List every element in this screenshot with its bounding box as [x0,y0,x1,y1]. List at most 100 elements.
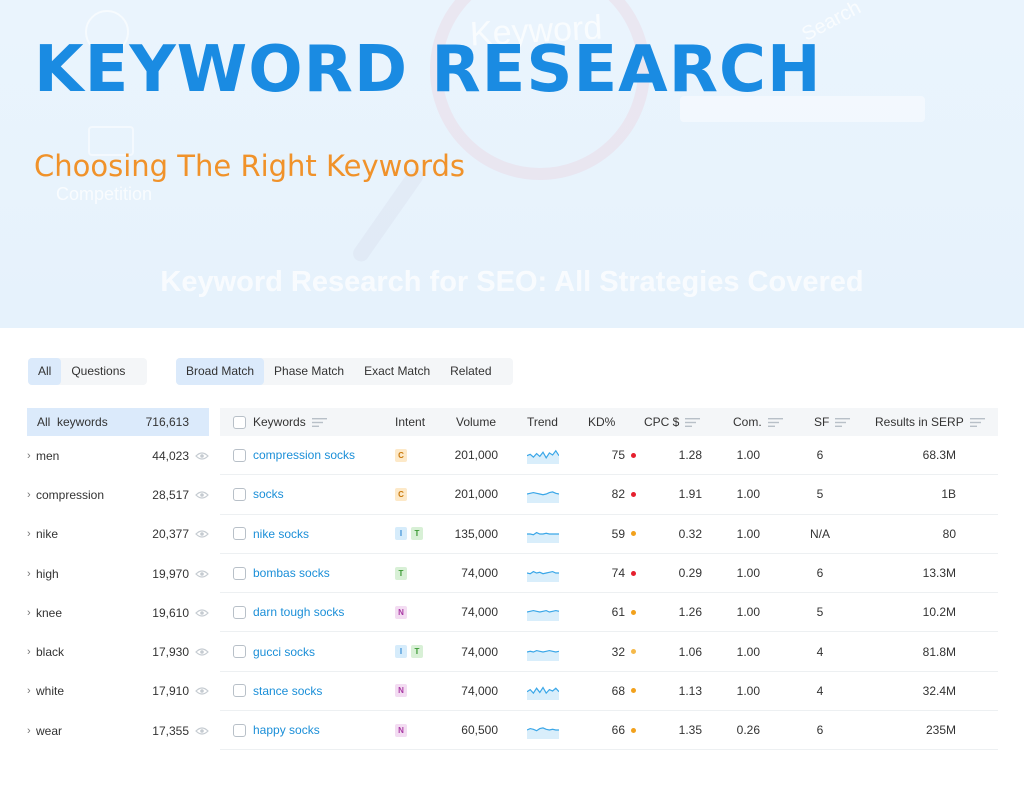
keyword-link[interactable]: stance socks [253,684,322,698]
all-keywords-header[interactable]: All keywords 716,613 [27,408,209,436]
keyword-group-row[interactable]: › nike 20,377 [27,515,209,554]
row-checkbox[interactable] [233,566,246,580]
com-cell: 1.00 [736,683,760,698]
intent-cell: C [395,436,411,474]
trend-cell [527,475,559,513]
col-cpc-header[interactable]: CPC $ [644,408,701,436]
tab-related[interactable]: Related [440,358,501,385]
row-checkbox[interactable] [233,487,246,501]
tab-exact-match[interactable]: Exact Match [354,358,440,385]
row-checkbox[interactable] [233,448,246,462]
row-checkbox[interactable] [233,527,246,541]
keyword-link[interactable]: compression socks [253,448,355,462]
keyword-group-label: nike [36,527,59,542]
keyword-group-row[interactable]: › high 19,970 [27,554,209,593]
intent-badge: T [411,645,423,659]
eye-icon[interactable] [195,608,209,618]
chevron-right-icon[interactable]: › [27,528,36,540]
tab-broad-match[interactable]: Broad Match [176,358,265,385]
row-checkbox[interactable] [233,645,246,659]
trend-area [527,610,559,622]
intent-badge: N [395,605,407,619]
col-com-header[interactable]: Com. [733,408,783,436]
volume-cell: 74,000 [461,644,498,659]
volume-cell: 201,000 [454,448,498,463]
intent-cell: T [395,554,411,592]
table-row: socks C 201,000 82 1.91 1.00 5 1B [220,475,998,515]
table-header: Keywords Intent Volume Trend KD% CPC $ C… [220,408,998,436]
trend-sparkline [527,531,559,543]
com-cell: 0.26 [736,723,760,738]
trend-sparkline [527,649,559,661]
chevron-right-icon[interactable]: › [27,725,36,737]
sf-cell: 6 [816,448,824,463]
kd-cell: 61 [586,593,636,631]
intent-badge: T [411,527,423,541]
intent-badge: N [395,684,407,698]
eye-icon[interactable] [195,726,209,736]
keyword-group-count: 19,610 [152,605,189,620]
bg-caption: Keyword Research for SEO: All Strategies… [160,266,864,298]
chevron-right-icon[interactable]: › [27,450,36,462]
results-cell: 235M [925,723,956,738]
tab-all[interactable]: All [28,358,62,385]
eye-icon[interactable] [195,490,209,500]
keyword-group-count: 17,930 [152,645,189,660]
row-checkbox[interactable] [233,684,246,698]
keyword-link[interactable]: nike socks [253,527,309,541]
keyword-link[interactable]: bombas socks [253,566,330,580]
keyword-group-row[interactable]: › white 17,910 [27,672,209,711]
eye-icon[interactable] [195,451,209,461]
keyword-link[interactable]: darn tough socks [253,605,344,619]
row-checkbox[interactable] [233,605,246,619]
col-keywords-header[interactable]: Keywords [253,408,327,436]
keyword-group-row[interactable]: › compression 28,517 [27,475,209,514]
com-cell: 1.00 [736,605,760,620]
eye-icon[interactable] [195,529,209,539]
chevron-right-icon[interactable]: › [27,646,36,658]
cpc-cell: 1.06 [678,644,702,659]
trend-area [527,492,559,504]
trend-sparkline [527,449,559,465]
row-checkbox[interactable] [233,723,246,737]
col-kd-header: KD% [588,415,616,429]
kd-cell: 74 [586,554,636,592]
kd-cell: 82 [586,475,636,513]
kd-cell: 75 [586,436,636,474]
eye-icon[interactable] [195,569,209,579]
trend-sparkline [527,491,559,504]
col-intent-header: Intent [395,415,426,429]
keyword-link[interactable]: gucci socks [253,645,315,659]
keyword-group-row[interactable]: › knee 19,610 [27,593,209,632]
keyword-link[interactable]: happy socks [253,723,320,737]
trend-sparkline [527,570,559,583]
chevron-right-icon[interactable]: › [27,489,36,501]
chevron-right-icon[interactable]: › [27,685,36,697]
tab-phase-match[interactable]: Phase Match [264,358,354,385]
eye-icon[interactable] [195,647,209,657]
volume-cell: 74,000 [461,566,498,581]
col-results-header[interactable]: Results in SERP [875,408,985,436]
eye-icon[interactable] [195,686,209,696]
keyword-group-label: wear [36,723,63,738]
sf-cell: N/A [809,526,830,541]
keyword-group-row[interactable]: › black 17,930 [27,632,209,671]
trend-cell [527,593,559,631]
chevron-right-icon[interactable]: › [27,568,36,580]
kd-cell: 59 [586,515,636,553]
chevron-right-icon[interactable]: › [27,607,36,619]
keyword-group-count: 20,377 [152,527,189,542]
intent-cell: N [395,711,411,749]
kd-cell: 66 [586,711,636,749]
cpc-cell: 0.32 [678,526,702,541]
results-cell: 68.3M [922,448,956,463]
intent-badge: I [395,645,407,659]
keyword-group-count: 44,023 [152,448,189,463]
keyword-group-row[interactable]: › men 44,023 [27,436,209,475]
col-sf-header[interactable]: SF [814,408,851,436]
all-keywords-label: All keywords [37,415,108,429]
select-all-checkbox[interactable] [233,415,246,429]
keyword-link[interactable]: socks [253,487,284,501]
tab-questions[interactable]: Questions [61,358,135,385]
keyword-group-row[interactable]: › wear 17,355 [27,711,209,750]
